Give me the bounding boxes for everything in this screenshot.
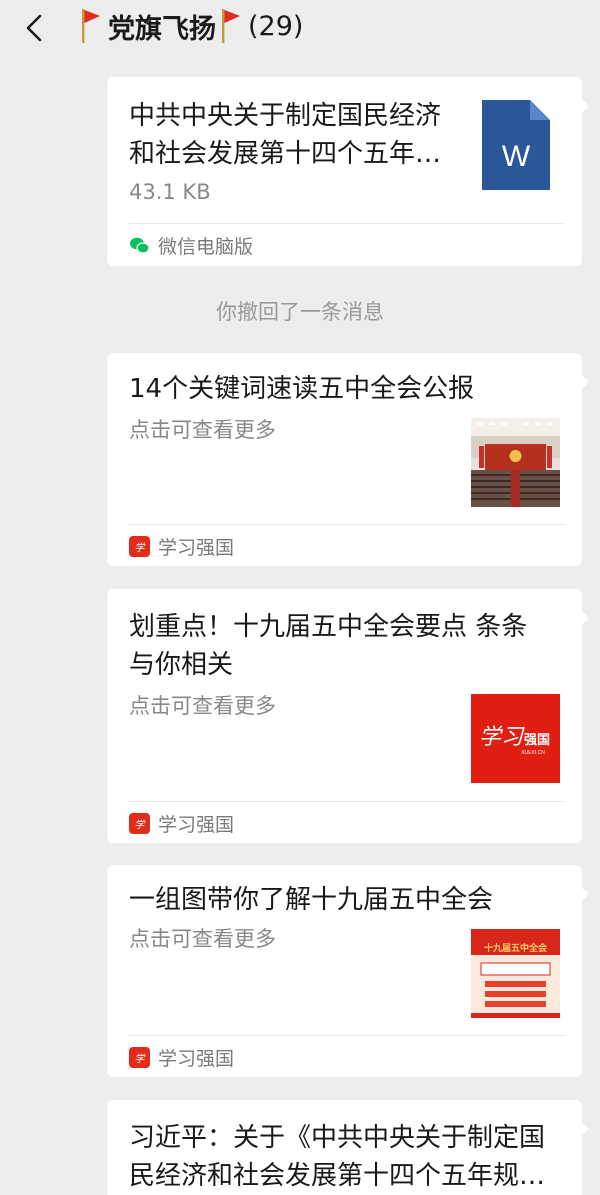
svg-text:强国: 强国 [524, 733, 550, 748]
xuexi-qiangguo-icon: 学 [129, 535, 150, 557]
link-thumbnail: 学习 强国 XUEXI.CN [471, 694, 560, 783]
system-message: 你撤回了一条消息 [216, 300, 384, 324]
link-subtitle: 点击可查看更多 [129, 694, 276, 718]
source-label: 学习强国 [158, 1047, 235, 1070]
bubble-tail [581, 611, 589, 625]
back-button[interactable] [18, 10, 54, 46]
link-message-card[interactable]: 一组图带你了解十九届五中全会 点击可查看更多 十九届五中全会 学 学习强国 [107, 865, 589, 1077]
link-message-card[interactable]: 习近平：关于《中共中央关于制定国民经济和社会发展第十四个五年规划和二〇三五年远景… [107, 1100, 589, 1195]
thumb-logo-text: 学习 [479, 725, 525, 750]
source-label: 学习强国 [158, 536, 235, 559]
card-source: 学 学习强国 [129, 811, 235, 836]
bubble-tail [581, 887, 589, 901]
xuexi-qiangguo-icon: 学 [129, 1046, 150, 1068]
xuexi-qiangguo-icon: 学 [129, 812, 150, 834]
wechat-icon [129, 235, 150, 256]
bubble-tail [581, 1122, 589, 1136]
link-thumbnail [471, 418, 560, 507]
link-title: 划重点！十九届五中全会要点 条条与你相关 [129, 612, 528, 680]
bubble-tail [581, 99, 589, 113]
bubble-tail [581, 375, 589, 389]
source-label: 微信电脑版 [158, 235, 254, 258]
svg-text:十九届五中全会: 十九届五中全会 [484, 942, 548, 954]
group-name: 党旗飞扬 [108, 13, 216, 45]
link-thumbnail: 十九届五中全会 [471, 929, 560, 1018]
link-subtitle: 点击可查看更多 [129, 418, 276, 442]
file-size: 43.1 KB [129, 180, 211, 204]
chevron-left-icon [26, 14, 42, 42]
link-title: 习近平：关于《中共中央关于制定国民经济和社会发展第十四个五年规划和二〇三五年远景… [129, 1123, 546, 1191]
file-type-letter: W [502, 140, 531, 173]
card-source: 学 学习强国 [129, 534, 235, 559]
card-source: 微信电脑版 [129, 233, 254, 258]
link-title: 14个关键词速读五中全会公报 [129, 374, 475, 404]
card-divider [129, 801, 564, 802]
card-divider [129, 524, 564, 525]
red-flag-icon [222, 9, 240, 43]
chat-title[interactable]: 党旗飞扬 (29) [78, 6, 303, 46]
source-label: 学习强国 [158, 813, 235, 836]
card-source: 学 学习强国 [129, 1045, 235, 1070]
card-divider [129, 223, 564, 224]
card-divider [129, 1035, 564, 1036]
red-flag-icon [82, 9, 100, 43]
member-count: (29) [248, 10, 304, 42]
link-message-card[interactable]: 14个关键词速读五中全会公报 点击可查看更多 学 学习强国 [107, 353, 589, 566]
svg-text:XUEXI.CN: XUEXI.CN [521, 750, 545, 756]
file-name: 中共中央关于制定国民经济和社会发展第十四个五年规划和二〇三五年远景目标的建议 [129, 101, 442, 169]
link-title: 一组图带你了解十九届五中全会 [129, 885, 494, 915]
chat-header: 党旗飞扬 (29) [0, 0, 600, 56]
word-file-icon: W [482, 100, 550, 190]
link-message-card[interactable]: 划重点！十九届五中全会要点 条条与你相关 点击可查看更多 学习 强国 XUEXI… [107, 589, 589, 843]
file-message-card[interactable]: 中共中央关于制定国民经济和社会发展第十四个五年规划和二〇三五年远景目标的建议 4… [107, 77, 589, 266]
link-subtitle: 点击可查看更多 [129, 927, 276, 951]
